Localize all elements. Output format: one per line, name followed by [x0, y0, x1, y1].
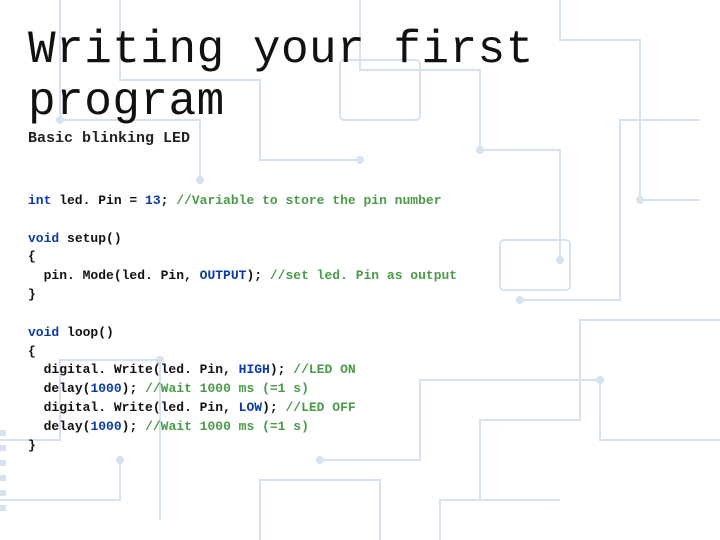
keyword: int: [28, 193, 51, 208]
function-call: delay: [44, 381, 83, 396]
constant: LOW: [239, 400, 262, 415]
keyword: void: [28, 231, 59, 246]
punct: );: [122, 381, 145, 396]
comment: //Variable to store the pin number: [176, 193, 441, 208]
comment: //LED ON: [293, 362, 355, 377]
function-name: setup: [59, 231, 106, 246]
code-block: int led. Pin = 13; //Variable to store t…: [28, 173, 692, 475]
number-literal: 1000: [90, 381, 121, 396]
page-subtitle: Basic blinking LED: [28, 130, 692, 147]
punct: );: [122, 419, 145, 434]
comment: //Wait 1000 ms (=1 s): [145, 381, 309, 396]
number-literal: 1000: [90, 419, 121, 434]
punct: ;: [161, 193, 177, 208]
brace-close: }: [28, 287, 36, 302]
function-name: loop: [59, 325, 98, 340]
args: (led. Pin,: [153, 362, 239, 377]
args: (led. Pin,: [153, 400, 239, 415]
page-title: Writing your first program: [28, 24, 692, 128]
number-literal: 13: [145, 193, 161, 208]
punct: );: [246, 268, 269, 283]
indent: [28, 362, 44, 377]
constant: HIGH: [239, 362, 270, 377]
brace-close: }: [28, 438, 36, 453]
identifier: led. Pin =: [51, 193, 145, 208]
indent: [28, 381, 44, 396]
slide-content: Writing your first program Basic blinkin…: [0, 0, 720, 475]
indent: [28, 419, 44, 434]
indent: [28, 268, 44, 283]
function-call: pin. Mode: [44, 268, 114, 283]
comment: //LED OFF: [285, 400, 355, 415]
brace-open: {: [28, 344, 36, 359]
keyword: void: [28, 325, 59, 340]
punct: );: [270, 362, 293, 377]
brace-open: {: [28, 249, 36, 264]
function-call: digital. Write: [44, 400, 153, 415]
function-call: delay: [44, 419, 83, 434]
punct: );: [262, 400, 285, 415]
punct: (): [106, 231, 122, 246]
indent: [28, 400, 44, 415]
punct: (): [98, 325, 114, 340]
comment: //Wait 1000 ms (=1 s): [145, 419, 309, 434]
comment: //set led. Pin as output: [270, 268, 457, 283]
constant: OUTPUT: [200, 268, 247, 283]
function-call: digital. Write: [44, 362, 153, 377]
args: (led. Pin,: [114, 268, 200, 283]
